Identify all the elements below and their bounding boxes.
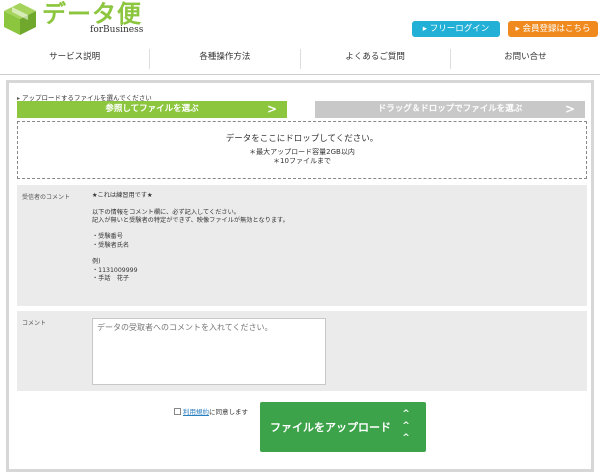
chevron-right-icon: > xyxy=(266,102,277,116)
comment-textarea[interactable] xyxy=(92,318,326,385)
nav-divider xyxy=(0,74,600,75)
recipient-line: 以下の情報をコメント欄に、必ず記入してください。 xyxy=(92,208,240,216)
nav-item-service[interactable]: サービス説明 xyxy=(0,49,149,69)
recipient-line xyxy=(92,200,289,208)
comment-label: コメント xyxy=(22,320,47,327)
drop-zone[interactable]: データをここにドロップしてください。 ＊最大アップロード容量2GB以内 ＊10フ… xyxy=(17,121,587,179)
nav-item-contact[interactable]: お問い合せ xyxy=(449,49,600,69)
play-arrow-icon: ▸ xyxy=(422,24,430,34)
recipient-line: ・1131009999 xyxy=(92,266,138,274)
register-label: 会員登録はこちら xyxy=(522,24,591,34)
tab-drag-drop[interactable]: ドラッグ＆ドロップでファイルを選ぶ > xyxy=(315,101,585,118)
recipient-line: ・受験番号 xyxy=(92,233,123,241)
recipient-comment-text: ★これは練習用です★ 以下の情報をコメント欄に、必ず記入してください。 記入が無… xyxy=(92,192,289,283)
recipient-line: ・手話 花子 xyxy=(92,274,130,282)
agree-text: に同意します xyxy=(209,408,248,416)
logo[interactable]: データ便 forBusiness xyxy=(2,2,143,36)
cube-logo-icon xyxy=(4,3,36,35)
logo-title: データ便 xyxy=(42,0,142,28)
recipient-comment-section: 受信者のコメント ★これは練習用です★ 以下の情報をコメント欄に、必ず記入してく… xyxy=(17,185,587,306)
upload-arrows-icon: ^ ^ ^ xyxy=(402,409,410,443)
comment-section: コメント xyxy=(17,311,587,391)
main-nav: サービス説明 各種操作方法 よくあるご質問 お問い合せ xyxy=(0,49,600,69)
agree-terms[interactable]: 利用規約 に同意します xyxy=(174,406,248,416)
upload-button-label: ファイルをアップロード xyxy=(270,421,391,434)
terms-link[interactable]: 利用規約 xyxy=(183,406,209,416)
chevron-right-icon: > xyxy=(564,102,575,116)
free-login-label: フリーログイン xyxy=(429,24,490,34)
nav-item-faq[interactable]: よくあるご質問 xyxy=(299,49,450,69)
recipient-line: ★これは練習用です★ xyxy=(92,192,153,199)
tab-browse-label: 参照してファイルを選ぶ xyxy=(105,104,199,114)
recipient-comment-label: 受信者のコメント xyxy=(22,194,71,201)
recipient-line: 記入が無いと受験者の特定ができず、映像ファイルが無効となります。 xyxy=(92,216,289,224)
logo-subtitle: forBusiness xyxy=(90,25,144,35)
recipient-line: ・受験者氏名 xyxy=(92,241,130,249)
recipient-line xyxy=(92,250,289,258)
agree-checkbox[interactable] xyxy=(174,407,181,415)
nav-item-howto[interactable]: 各種操作方法 xyxy=(149,49,299,69)
tab-browse-files[interactable]: 参照してファイルを選ぶ > xyxy=(17,101,287,118)
recipient-line: 例) xyxy=(92,258,101,266)
upload-panel: ▸ アップロードするファイルを選んでください 参照してファイルを選ぶ > ドラッグ… xyxy=(6,80,594,472)
tab-drag-label: ドラッグ＆ドロップでファイルを選ぶ xyxy=(377,104,523,114)
drop-limit-count: ＊10ファイルまで xyxy=(273,157,331,165)
drop-limit-size: ＊最大アップロード容量2GB以内 xyxy=(249,148,355,156)
register-button[interactable]: ▸ 会員登録はこちら xyxy=(508,21,598,37)
drop-zone-message: データをここにドロップしてください。 xyxy=(225,134,379,144)
free-login-button[interactable]: ▸ フリーログイン xyxy=(412,21,500,37)
header: データ便 forBusiness ▸ フリーログイン ▸ 会員登録はこちら xyxy=(0,0,600,40)
upload-button[interactable]: ファイルをアップロード ^ ^ ^ xyxy=(260,402,426,452)
